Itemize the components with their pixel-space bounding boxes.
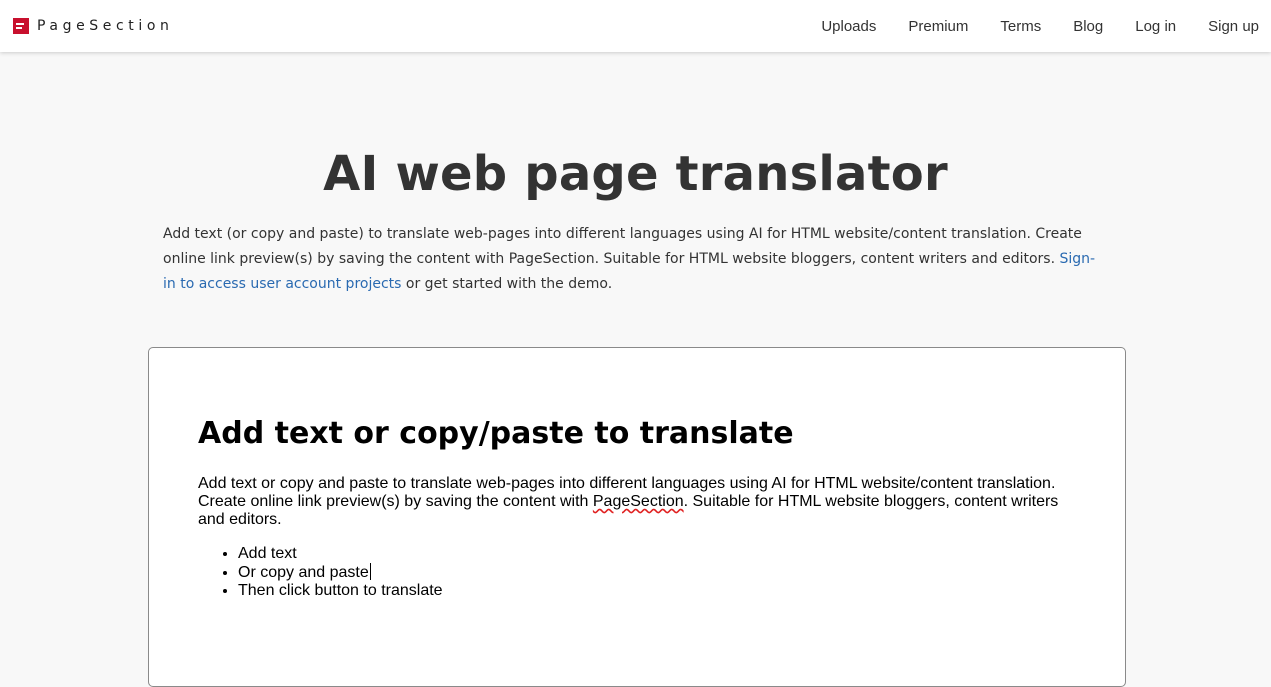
editor-list[interactable]: Add text Or copy and paste Then click bu… [198, 545, 1076, 600]
nav-terms[interactable]: Terms [1000, 18, 1041, 35]
page-description: Add text (or copy and paste) to translat… [163, 222, 1103, 297]
misspelled-word: PageSection [592, 493, 684, 510]
nav-premium[interactable]: Premium [908, 18, 968, 35]
translate-text-editor[interactable]: Add text or copy/paste to translate Add … [148, 347, 1126, 687]
list-item-text: Or copy and paste [238, 564, 369, 581]
text-caret [369, 563, 371, 580]
editor-paragraph[interactable]: Add text or copy and paste to translate … [198, 475, 1068, 529]
top-navbar: PageSection Uploads Premium Terms Blog L… [0, 0, 1271, 52]
main-nav: Uploads Premium Terms Blog Log in Sign u… [789, 18, 1259, 35]
list-item[interactable]: Then click button to translate [238, 582, 1076, 600]
nav-sign-up[interactable]: Sign up [1208, 18, 1259, 35]
list-item-text: Then click button to translate [238, 582, 443, 599]
description-text: Add text (or copy and paste) to translat… [163, 226, 1082, 267]
list-item[interactable]: Add text [238, 545, 1076, 563]
brand-link[interactable]: PageSection [13, 18, 174, 34]
editor-heading[interactable]: Add text or copy/paste to translate [198, 416, 1076, 451]
list-item[interactable]: Or copy and paste [238, 563, 1076, 582]
page-title: AI web page translator [323, 146, 948, 202]
list-item-text: Add text [238, 545, 297, 562]
brand-name: PageSection [37, 18, 174, 34]
description-suffix: or get started with the demo. [405, 276, 613, 292]
nav-blog[interactable]: Blog [1073, 18, 1103, 35]
pagesection-logo-icon [13, 18, 29, 34]
nav-uploads[interactable]: Uploads [821, 18, 876, 35]
nav-log-in[interactable]: Log in [1135, 18, 1176, 35]
